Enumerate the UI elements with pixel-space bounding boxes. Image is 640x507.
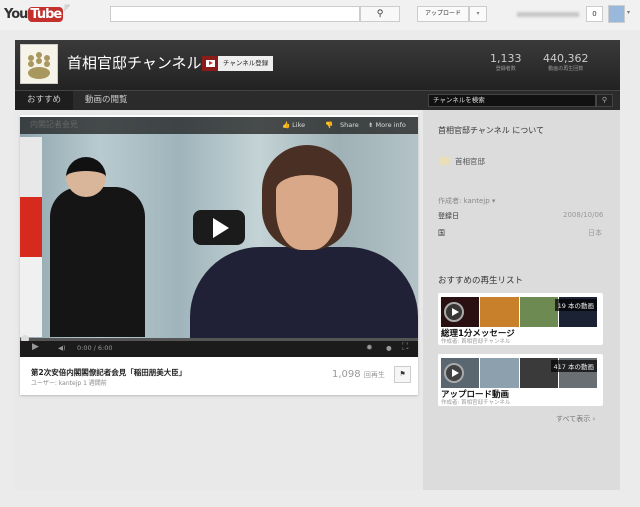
logo-region: JP	[64, 4, 70, 11]
about-link[interactable]: 首相官邸	[455, 156, 485, 167]
channel-search-input[interactable]: チャンネルを検索	[428, 94, 596, 107]
channel-logo[interactable]	[20, 44, 58, 84]
view-count-label: 回再生	[363, 371, 385, 379]
notification-count[interactable]: 0	[586, 6, 603, 22]
upload-button[interactable]: アップロード	[417, 6, 469, 22]
view-count-value: 1,098	[332, 369, 361, 380]
playlist-card[interactable]: 417 本の動画 アップロード動画 作成者: 首相官邸チャンネル	[438, 354, 603, 406]
video-title[interactable]: 第2次安倍内閣閣僚記者会見「稲田朋美大臣」	[31, 367, 186, 378]
subscribe-button[interactable]: チャンネル登録	[202, 56, 274, 71]
playlist-author: 作成者: 首相官邸チャンネル	[441, 339, 511, 345]
play-icon	[213, 217, 229, 238]
username-blurred[interactable]	[517, 12, 579, 17]
video-frame-person	[66, 157, 106, 197]
upload-dropdown-button[interactable]: ▾	[469, 6, 487, 22]
player-controls: ▶ ◀) 0:00 / 6:00 ✹ ● ⛶	[20, 341, 418, 357]
video-overlay-title: 内閣記者会見	[30, 120, 78, 129]
more-info-label: More info	[375, 121, 406, 129]
joined-label: 登録日	[438, 212, 459, 220]
time-display: 0:00 / 6:00	[77, 344, 113, 352]
share-button[interactable]: Share	[340, 121, 359, 129]
stat-value: 440,362	[543, 52, 589, 65]
thumbs-down-icon: 👎	[325, 121, 334, 129]
flag-button[interactable]: ⚑	[394, 366, 411, 383]
video-top-bar: 内閣記者会見 👍 Like 👎 Share ⇟ More info	[20, 117, 418, 134]
show-all-link[interactable]: すべて表示 ›	[556, 414, 595, 424]
logo-you: You	[4, 6, 28, 22]
more-info-button[interactable]: ⇟ More info	[368, 121, 406, 129]
subscribe-label: チャンネル登録	[218, 56, 274, 71]
play-icon[interactable]: ▶	[32, 342, 39, 352]
video-byline: ユーザー: kantejp 1 週間前	[31, 380, 107, 387]
logo-tube: Tube	[28, 6, 64, 22]
thumbs-up-icon: 👍	[282, 121, 291, 129]
channel-search-button[interactable]: ⚲	[596, 94, 613, 107]
like-button[interactable]: 👍 Like	[282, 121, 305, 129]
stat-label: 登録者数	[495, 66, 516, 72]
flag-icon: ⚑	[399, 370, 406, 378]
info-icon: ⇟	[368, 121, 374, 129]
playlist-card[interactable]: 19 本の動画 総理1分メッセージ 作成者: 首相官邸チャンネル	[438, 293, 603, 345]
like-label: Like	[292, 121, 306, 129]
stat-value: 1,133	[490, 52, 522, 65]
about-heading: 首相官邸チャンネル について	[438, 126, 545, 135]
avatar[interactable]	[608, 5, 625, 23]
joined-value: 2008/10/06	[563, 211, 604, 219]
video-frame-person	[262, 145, 352, 250]
playlist-author: 作成者: 首相官邸チャンネル	[441, 400, 511, 406]
chevron-down-icon[interactable]: ▾	[627, 9, 630, 16]
kantei-logo-icon	[440, 157, 450, 165]
annotations-icon[interactable]: ●	[386, 344, 392, 352]
youtube-play-icon	[202, 56, 218, 71]
tab-browse-videos[interactable]: 動画の閲覧	[73, 91, 140, 110]
creator-dropdown[interactable]: 作成者: kantejp ▾	[438, 196, 495, 206]
playlist-count: 417 本の動画	[550, 360, 597, 372]
play-button-large[interactable]	[193, 210, 245, 245]
subscriber-stat: 1,133 登録者数	[490, 52, 522, 72]
settings-gear-icon[interactable]: ✹	[366, 343, 373, 352]
play-icon	[444, 302, 464, 322]
play-icon	[444, 363, 464, 383]
playlists-heading: おすすめの再生リスト	[438, 276, 524, 286]
creator-label: 作成者: kantejp	[438, 197, 490, 205]
search-button[interactable]: ⚲	[360, 6, 400, 22]
volume-icon[interactable]: ◀)	[58, 344, 66, 352]
search-input[interactable]	[110, 6, 360, 22]
country-label: 国	[438, 229, 445, 237]
search-icon: ⚲	[376, 9, 384, 19]
country-value: 日本	[588, 229, 602, 237]
dislike-button[interactable]: 👎	[325, 121, 333, 129]
search-icon: ⚲	[601, 96, 608, 104]
video-frame-person	[190, 247, 418, 340]
chevron-down-icon: ▾	[491, 197, 496, 205]
youtube-logo[interactable]: You Tube JP	[4, 4, 70, 24]
flag-image	[20, 137, 42, 337]
stat-label: 動画の再生回数	[548, 66, 584, 72]
tab-featured[interactable]: おすすめ	[15, 91, 74, 110]
view-count: 1,098 回再生	[332, 369, 385, 380]
views-stat: 440,362 動画の再生回数	[543, 52, 589, 72]
video-frame-person	[50, 187, 145, 337]
fullscreen-icon[interactable]: ⛶	[402, 342, 408, 352]
playlist-count: 19 本の動画	[554, 299, 597, 311]
channel-title: 首相官邸チャンネル	[67, 54, 202, 72]
